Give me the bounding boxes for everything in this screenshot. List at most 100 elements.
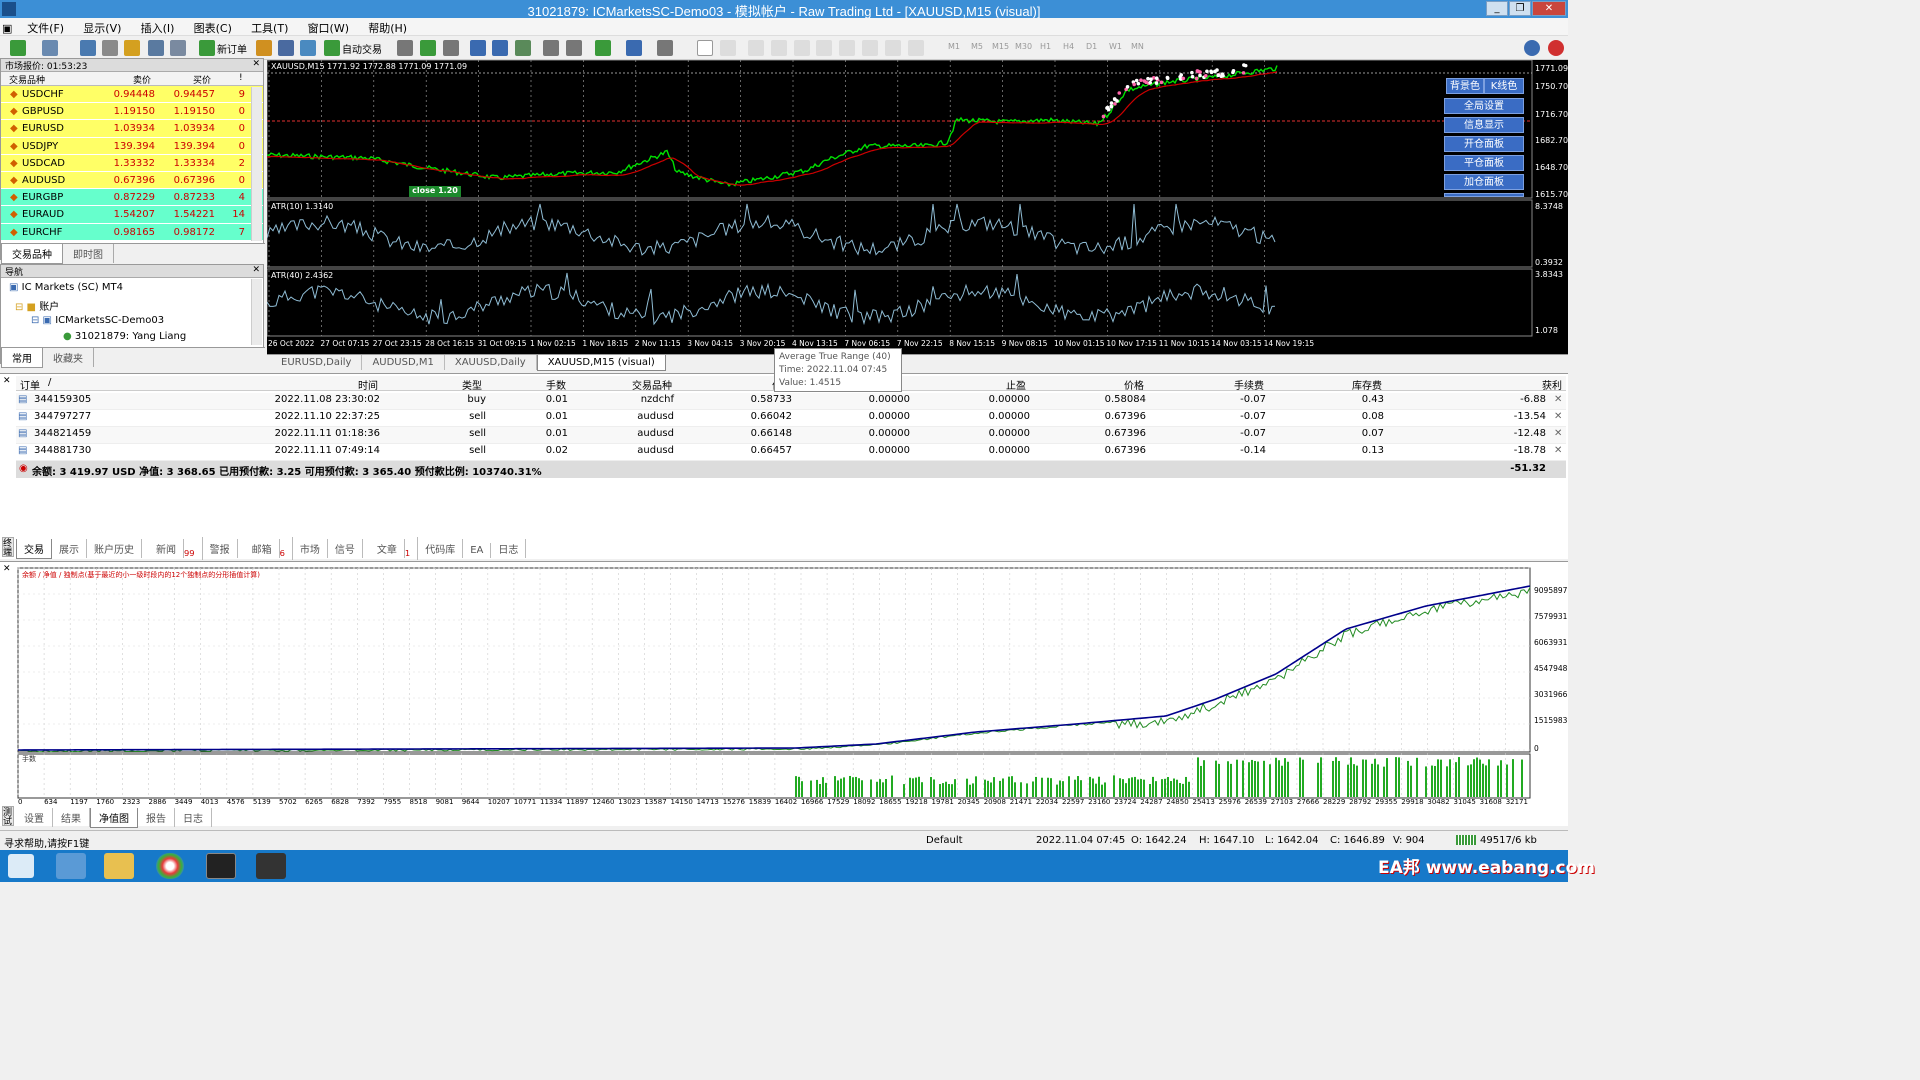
tab-common[interactable]: 常用 [1,348,43,368]
order-row[interactable]: ▤ 344797277 2022.11.10 22:37:25 sell 0.01 aud… [16,410,1566,427]
auto-trade-icon[interactable] [324,40,340,56]
tab-code-base[interactable]: 代码库 [418,539,464,558]
menu-help[interactable]: 帮助(H) [360,18,415,38]
fibonacci-icon[interactable] [839,40,855,56]
col-time[interactable]: 时间 [358,377,378,392]
tab-articles[interactable]: 文章 1 [363,537,419,560]
timeframe-d1[interactable]: D1 [1086,42,1097,51]
tab-report[interactable]: 报告 [138,808,175,827]
menu-view[interactable]: 显示(V) [75,18,129,38]
tab-alerts[interactable]: 警报 [203,539,238,558]
timeframe-mn[interactable]: MN [1131,42,1144,51]
menu-window[interactable]: 窗口(W) [300,18,357,38]
new-order-icon[interactable] [199,40,215,56]
new-chart-icon[interactable] [10,40,26,56]
close-icon[interactable]: ✕ [3,564,11,574]
connection-icon[interactable] [1456,835,1476,845]
tab-market[interactable]: 市场 [293,539,328,558]
market-watch-scrollbar[interactable] [251,87,262,241]
symbol-row[interactable]: ◆ EURUSD 1.03934 1.03934 0 [1,120,263,138]
close-order-icon[interactable]: ✕ [1554,394,1562,405]
close-icon[interactable]: ✕ [252,59,260,69]
exness-icon[interactable] [256,853,286,879]
chart-shift-icon[interactable] [543,40,559,56]
candle-color-button[interactable]: K线色 [1484,78,1524,94]
horizontal-line-icon[interactable] [771,40,787,56]
order-row[interactable]: ▤ 344821459 2022.11.11 01:18:36 sell 0.01 aud… [16,427,1566,444]
search-icon[interactable] [1524,40,1540,56]
menu-file[interactable]: 文件(F) [19,18,72,38]
order-row[interactable]: ▤ 344881730 2022.11.11 07:49:14 sell 0.02 aud… [16,444,1566,461]
symbol-row[interactable]: ◆ GBPUSD 1.19150 1.19150 0 [1,103,263,121]
timeframe-h1[interactable]: H1 [1040,42,1051,51]
candle-chart-icon[interactable] [420,40,436,56]
tab-journal[interactable]: 日志 [491,539,527,558]
tab-tick-chart[interactable]: 即时图 [63,244,114,263]
close-order-icon[interactable]: ✕ [1554,411,1562,422]
col-commission[interactable]: 手续费 [1234,377,1264,392]
order-row[interactable]: ▤ 344159305 2022.11.08 23:30:02 buy 0.01 nzdc… [16,393,1566,410]
windows-start-icon[interactable] [8,854,34,878]
col-swap[interactable]: 库存费 [1352,377,1382,392]
tab-results[interactable]: 结果 [53,808,90,827]
tab-xauusd-m15-visual[interactable]: XAUUSD,M15 (visual) [536,355,666,371]
tree-accounts[interactable]: ⊟ ■ 账户 [15,298,59,313]
col-symbol[interactable]: 交易品种 [632,377,672,392]
close-button-label[interactable]: close 1.20 [409,186,461,197]
panel-button-partial[interactable] [1444,193,1524,197]
col-bid[interactable]: 卖价 [133,73,151,86]
cursor-icon[interactable] [697,40,713,56]
vps-icon[interactable] [300,40,316,56]
menu-insert[interactable]: 插入(I) [133,18,183,38]
timeframe-m5[interactable]: M5 [971,42,983,51]
close-order-icon[interactable]: ✕ [1554,428,1562,439]
panel-button-4[interactable]: 开仓面板 [1444,136,1524,152]
trendline-icon[interactable] [794,40,810,56]
col-price[interactable]: 价格 [1124,377,1144,392]
icmarkets-mt4-icon[interactable] [206,853,236,879]
timeframe-m15[interactable]: M15 [992,42,1009,51]
timeframe-h4[interactable]: H4 [1063,42,1074,51]
bg-color-button[interactable]: 背景色 [1446,78,1484,94]
tab-signals[interactable]: 信号 [328,539,363,558]
zoom-in-icon[interactable] [470,40,486,56]
price-chart[interactable] [266,59,1568,354]
col-spread[interactable]: ! [239,73,243,83]
new-order-button[interactable]: 新订单 [217,41,247,56]
text-icon[interactable] [862,40,878,56]
templates-icon[interactable] [657,40,673,56]
col-tp[interactable]: 止盈 [1006,377,1026,392]
navigator-icon[interactable] [124,40,140,56]
tab-exposure[interactable]: 展示 [52,539,87,558]
text-label-icon[interactable] [885,40,901,56]
timeframe-w1[interactable]: W1 [1109,42,1122,51]
notifications-icon[interactable] [1548,40,1564,56]
col-type[interactable]: 类型 [462,377,482,392]
col-order[interactable]: 订单 [20,377,40,392]
col-symbol[interactable]: 交易品种 [9,73,45,86]
crosshair-icon[interactable] [720,40,736,56]
server-manager-icon[interactable] [56,853,86,879]
market-watch-icon[interactable] [80,40,96,56]
mdi-icon[interactable]: ▣ [0,20,16,37]
tab-audusd-m1[interactable]: AUDUSD,M1 [362,355,445,370]
vertical-line-icon[interactable] [748,40,764,56]
tab-news[interactable]: 新闻 99 [142,537,203,560]
tab-graph[interactable]: 净值图 [90,808,138,828]
symbol-row[interactable]: ◆ EURAUD 1.54207 1.54221 14 [1,206,263,224]
col-ask[interactable]: 买价 [193,73,211,86]
panel-button-2[interactable]: 全局设置 [1444,98,1524,114]
browser-icon[interactable] [156,853,184,879]
status-profile[interactable]: Default [926,835,963,846]
col-lots[interactable]: 手数 [546,377,566,392]
symbol-row[interactable]: ◆ USDCAD 1.33332 1.33334 2 [1,154,263,172]
panel-button-5[interactable]: 平仓面板 [1444,155,1524,171]
close-order-icon[interactable]: ✕ [1554,445,1562,456]
panel-button-3[interactable]: 信息显示 [1444,117,1524,133]
tab-trade[interactable]: 交易 [16,539,52,559]
timeframe-m30[interactable]: M30 [1015,42,1032,51]
symbol-row[interactable]: ◆ EURCHF 0.98165 0.98172 7 [1,223,263,241]
timeframe-m1[interactable]: M1 [948,42,960,51]
tab-settings[interactable]: 设置 [16,808,53,827]
data-window-icon[interactable] [102,40,118,56]
